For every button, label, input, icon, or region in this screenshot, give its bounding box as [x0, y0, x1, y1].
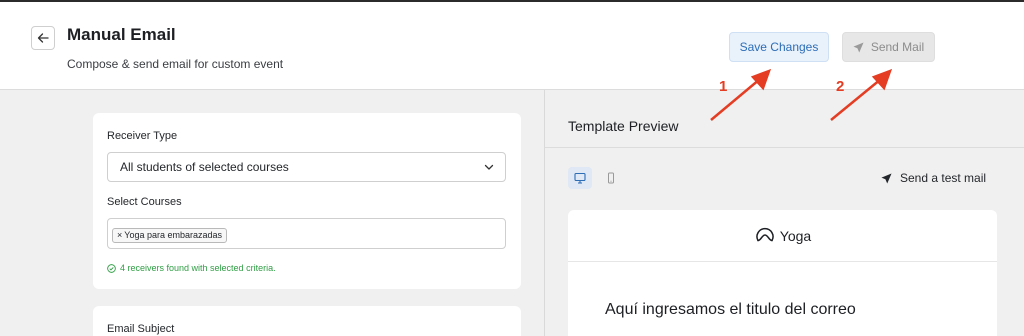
back-button[interactable] [31, 26, 55, 50]
receiver-card: Receiver Type All students of selected c… [93, 113, 521, 289]
send-test-mail-label: Send a test mail [900, 171, 987, 185]
receiver-type-value: All students of selected courses [120, 160, 289, 174]
annotation-number-2: 2 [836, 78, 845, 95]
email-subject-label: Email Subject [107, 323, 175, 335]
email-subject-card: Email Subject [93, 306, 521, 336]
chip-remove-icon[interactable]: × [117, 230, 122, 240]
mobile-preview-toggle[interactable] [599, 167, 623, 189]
send-test-mail-button[interactable]: Send a test mail [881, 171, 986, 185]
monitor-icon [574, 172, 586, 184]
receiver-type-select[interactable]: All students of selected courses [107, 152, 506, 182]
desktop-preview-toggle[interactable] [568, 167, 592, 189]
arrow-left-icon [37, 33, 49, 43]
courses-multiselect[interactable]: × Yoga para embarazadas [107, 218, 506, 249]
paper-plane-icon [881, 172, 892, 184]
email-preview-card: Yoga Aquí ingresamos el titulo del corre… [568, 210, 997, 336]
annotation-number-1: 1 [719, 78, 728, 95]
preview-divider [545, 147, 1024, 148]
email-heading: Aquí ingresamos el titulo del correo [605, 301, 856, 318]
panel-divider [544, 90, 545, 336]
chevron-down-icon [484, 164, 494, 170]
page-subtitle: Compose & send email for custom event [67, 57, 284, 71]
course-chip-label: Yoga para embarazadas [124, 230, 223, 240]
paper-plane-icon [853, 41, 864, 53]
receiver-type-label: Receiver Type [107, 130, 178, 142]
template-preview-title: Template Preview [568, 118, 679, 134]
receivers-found-text: 4 receivers found with selected criteria… [120, 263, 276, 273]
select-courses-label: Select Courses [107, 196, 182, 208]
send-mail-button[interactable]: Send Mail [842, 32, 935, 62]
receivers-found-message: 4 receivers found with selected criteria… [107, 263, 276, 273]
page-header: Manual Email Compose & send email for cu… [0, 0, 1024, 90]
page-title: Manual Email [67, 25, 176, 44]
smartphone-icon [608, 172, 614, 184]
send-mail-label: Send Mail [870, 40, 925, 54]
course-chip[interactable]: × Yoga para embarazadas [112, 227, 228, 243]
yoga-logo-icon [756, 227, 774, 241]
email-logo-header: Yoga [568, 210, 997, 262]
save-changes-label: Save Changes [739, 40, 819, 54]
email-logo-text: Yoga [779, 227, 812, 244]
save-changes-button[interactable]: Save Changes [729, 32, 829, 62]
check-circle-icon [107, 263, 116, 273]
